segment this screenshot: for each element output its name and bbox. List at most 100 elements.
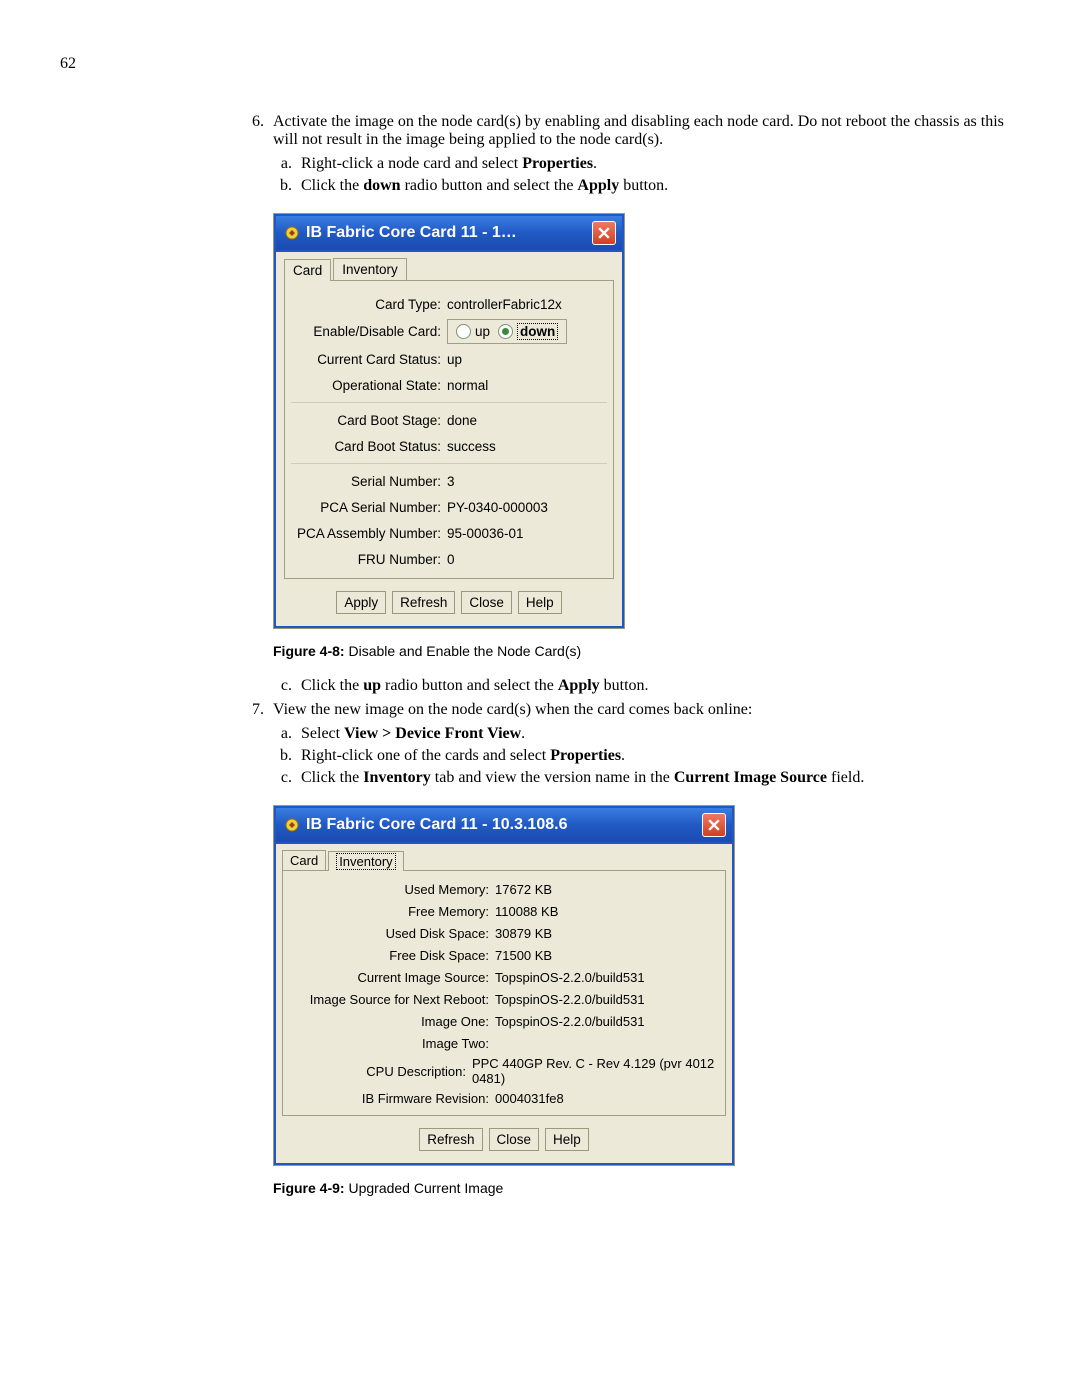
panel-card: Card Type: controllerFabric12x Enable/Di… [284,280,614,579]
val-image-one: TopspinOS-2.2.0/build531 [495,1014,645,1029]
lbl-used-disk: Used Disk Space: [289,926,495,941]
row-enable-disable: Enable/Disable Card: up [291,319,607,344]
row-boot-stage: Card Boot Stage: done [291,409,607,431]
titlebar2[interactable]: IB Fabric Core Card 11 - 10.3.108.6 [274,806,734,844]
refresh-button[interactable]: Refresh [392,591,455,614]
close-button-dlg2[interactable] [702,813,726,837]
step7-text: View the new image on the node card(s) w… [273,701,752,718]
step6b: Click the down radio button and select t… [296,177,1010,195]
step7a-t1: Select [301,725,344,742]
step6c-t2: radio button and select the [381,677,558,694]
step6b-t2: radio button and select the [401,177,578,194]
close-icon [708,819,720,831]
apply-button[interactable]: Apply [336,591,386,614]
step6-text: Activate the image on the node card(s) b… [273,113,1004,148]
val-next-image: TopspinOS-2.2.0/build531 [495,992,645,1007]
step6b-t1: Click the [301,177,363,194]
figure-4-9-caption: Figure 4-9: Upgraded Current Image [273,1180,1010,1196]
val-used-disk: 30879 KB [495,926,552,941]
titlebar[interactable]: IB Fabric Core Card 11 - 1… [274,214,624,252]
row-op-state: Operational State: normal [291,374,607,396]
radio-down[interactable]: down [498,323,558,340]
val-used-memory: 17672 KB [495,882,552,897]
fig8-label: Figure 4-8: [273,643,345,659]
lbl-fru: FRU Number: [291,552,447,567]
close-button2[interactable]: Close [461,591,512,614]
lbl-pca-assembly: PCA Assembly Number: [291,526,447,541]
title-text2: IB Fabric Core Card 11 - 10.3.108.6 [306,816,702,834]
help-button2[interactable]: Help [545,1128,589,1151]
row-boot-status: Card Boot Status: success [291,435,607,457]
title-text: IB Fabric Core Card 11 - 1… [306,224,592,242]
step6b-b1: down [363,177,400,194]
row-free-memory: Free Memory:110088 KB [289,902,719,921]
lbl-next-image: Image Source for Next Reboot: [289,992,495,1007]
val-pca-assembly: 95-00036-01 [447,526,524,541]
step7b-t1: Right-click one of the cards and select [301,747,550,764]
step7c-t2: tab and view the version name in the [431,769,674,786]
help-button[interactable]: Help [518,591,562,614]
row-cpu: CPU Description:PPC 440GP Rev. C - Rev 4… [289,1056,719,1086]
tabs2: Card Inventory [282,850,730,870]
val-boot-stage: done [447,413,477,428]
val-free-disk: 71500 KB [495,948,552,963]
step7c-t1: Click the [301,769,363,786]
tab2-inventory[interactable]: Inventory [328,851,403,871]
dialog-body: Card Inventory Card Type: controllerFabr… [274,252,624,628]
step6a-post: . [593,155,597,172]
step6c-t1: Click the [301,677,363,694]
val-fru: 0 [447,552,455,567]
radio-group-enable: up down [447,319,567,344]
step7a-t2: . [521,725,525,742]
step6b-b2: Apply [577,177,619,194]
lbl-cpu: CPU Description: [289,1064,472,1079]
lbl-serial: Serial Number: [291,474,447,489]
step-7: View the new image on the node card(s) w… [268,701,1010,1196]
val-cpu: PPC 440GP Rev. C - Rev 4.129 (pvr 4012 0… [472,1056,719,1086]
tab2-card[interactable]: Card [282,850,326,870]
val-boot-status: success [447,439,496,454]
row-cur-image: Current Image Source:TopspinOS-2.2.0/bui… [289,968,719,987]
val-card-type: controllerFabric12x [447,297,562,312]
lbl-used-memory: Used Memory: [289,882,495,897]
lbl-pca-serial: PCA Serial Number: [291,500,447,515]
val-op-state: normal [447,378,488,393]
fig9-label: Figure 4-9: [273,1180,345,1196]
button-row: Apply Refresh Close Help [280,591,618,614]
dialog-inventory: IB Fabric Core Card 11 - 10.3.108.6 Card… [273,805,735,1166]
row-pca-assembly: PCA Assembly Number: 95-00036-01 [291,522,607,544]
refresh-button2[interactable]: Refresh [419,1128,482,1151]
tab2-inventory-label: Inventory [336,853,395,870]
row-used-disk: Used Disk Space:30879 KB [289,924,719,943]
close-button[interactable] [592,221,616,245]
step6c-b2: Apply [558,677,600,694]
panel-inventory: Used Memory:17672 KB Free Memory:110088 … [282,870,726,1116]
row-free-disk: Free Disk Space:71500 KB [289,946,719,965]
row-card-type: Card Type: controllerFabric12x [291,293,607,315]
radio-up[interactable]: up [456,324,490,339]
step6a: Right-click a node card and select Prope… [296,155,1010,173]
step6c-b1: up [363,677,381,694]
step-6: Activate the image on the node card(s) b… [268,113,1010,695]
radio-down-label: down [517,323,558,340]
dialog2-body: Card Inventory Used Memory:17672 KB Free… [274,844,734,1165]
lbl-ibfw: IB Firmware Revision: [289,1091,495,1106]
row-ibfw: IB Firmware Revision:0004031fe8 [289,1089,719,1108]
close-button3[interactable]: Close [489,1128,540,1151]
tab-inventory[interactable]: Inventory [333,258,407,280]
lbl-free-disk: Free Disk Space: [289,948,495,963]
step7c-b1: Inventory [363,769,431,786]
lbl-enable-disable: Enable/Disable Card: [291,324,447,339]
step7c: Click the Inventory tab and view the ver… [296,769,1010,787]
row-image-two: Image Two: [289,1034,719,1053]
step7c-b2: Current Image Source [674,769,827,786]
row-card-status: Current Card Status: up [291,348,607,370]
lbl-free-memory: Free Memory: [289,904,495,919]
val-serial: 3 [447,474,455,489]
app-icon2 [284,817,300,833]
lbl-card-type: Card Type: [291,297,447,312]
fig9-text: Upgraded Current Image [345,1180,504,1196]
row-next-image: Image Source for Next Reboot:TopspinOS-2… [289,990,719,1009]
tab-card[interactable]: Card [284,259,331,281]
dialog-card-properties: IB Fabric Core Card 11 - 1… Card Invento… [273,213,625,629]
